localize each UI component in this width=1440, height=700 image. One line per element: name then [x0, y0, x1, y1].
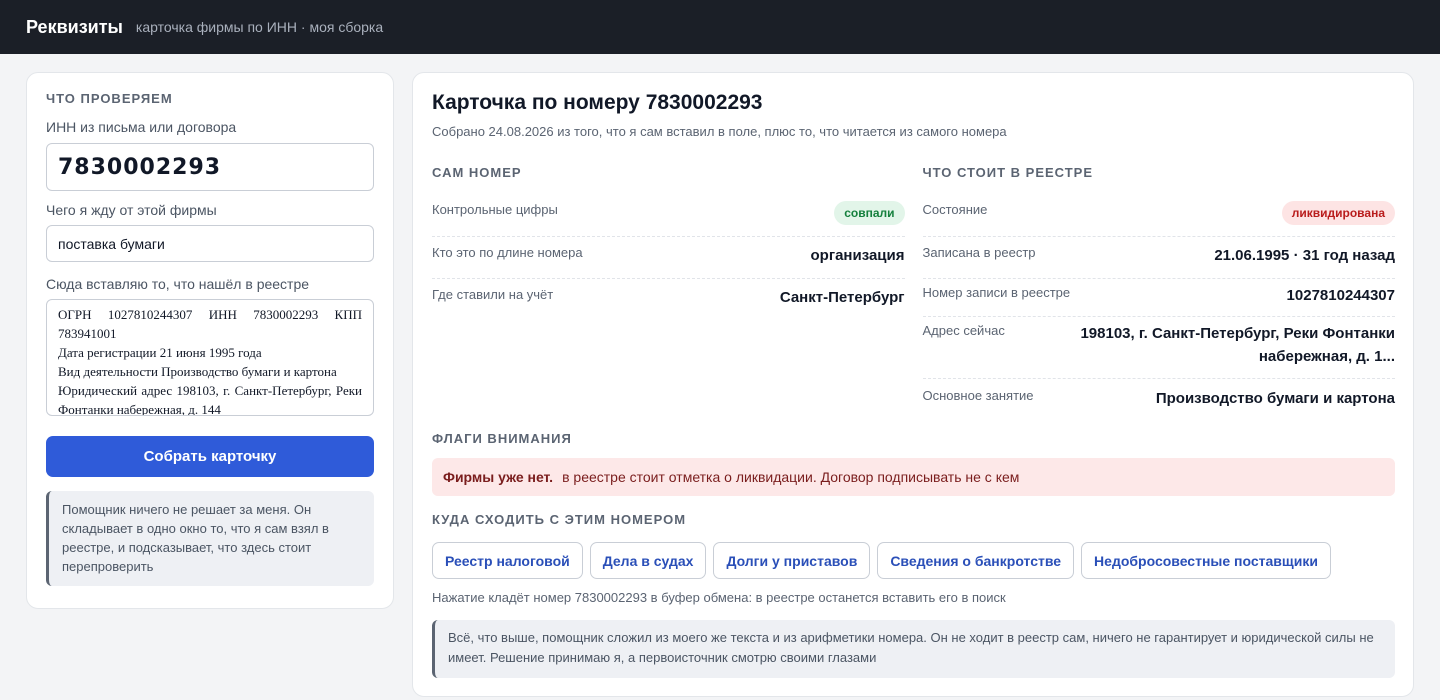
app-subtitle: карточка фирмы по ИНН · моя сборка — [135, 19, 384, 35]
address-row: Адрес сейчас 198103, г. Санкт-Петербург,… — [922, 317, 1395, 379]
inn-input[interactable] — [46, 143, 374, 191]
activity-label: Основное занятие — [922, 388, 1034, 403]
entity-type-value: организация — [810, 247, 905, 264]
registry-links: Реестр налоговой Дела в судах Долги у пр… — [432, 542, 1395, 579]
record-value: 1027810244307 — [1286, 287, 1395, 304]
clipboard-hint: Нажатие кладёт номер 7830002293 в буфер … — [432, 590, 1006, 605]
number-section-title: Сам номер — [432, 165, 522, 180]
registered-row: Записана в реестр 21.06.1995 · 31 год на… — [922, 237, 1395, 279]
expect-label: Чего я жду от этой фирмы — [46, 202, 217, 218]
court-cases-button[interactable]: Дела в судах — [589, 542, 707, 579]
check-digits-row: Контрольные цифры совпали — [432, 201, 905, 237]
activity-value: Производство бумаги и картона — [1155, 390, 1395, 407]
record-row: Номер записи в реестре 1027810244307 — [922, 279, 1395, 317]
app-title: Реквизиты — [26, 16, 123, 37]
result-card: Карточка по номеру 7830002293 Собрано 24… — [412, 72, 1414, 697]
entity-type-label: Кто это по длине номера — [432, 245, 583, 260]
card-title: Карточка по номеру 7830002293 — [432, 91, 763, 114]
card-subtitle: Собрано 24.08.2026 из того, что я сам вс… — [432, 124, 1007, 139]
inn-label: ИНН из письма или договора — [46, 119, 237, 135]
address-label: Адрес сейчас — [922, 323, 1005, 338]
disclaimer-note: Всё, что выше, помощник сложил из моего … — [432, 620, 1395, 678]
address-value: 198103, г. Санкт-Петербург, Реки Фонтанк… — [1080, 325, 1395, 365]
flag-text: в реестре стоит отметка о ликвидации. До… — [562, 469, 1020, 485]
entity-type-row: Кто это по длине номера организация — [432, 237, 905, 279]
region-label: Где ставили на учёт — [432, 287, 554, 302]
tax-registry-button[interactable]: Реестр налоговой — [432, 542, 583, 579]
flag-bold-text: Фирмы уже нет. — [443, 469, 554, 485]
input-section-title: Что проверяем — [46, 91, 173, 106]
helper-note: Помощник ничего не решает за меня. Он ск… — [46, 491, 374, 586]
registry-section-title: Что стоит в реестре — [922, 165, 1094, 180]
registry-paste-textarea[interactable]: ОГРН 1027810244307 ИНН 7830002293 КПП 78… — [46, 299, 374, 416]
region-value: Санкт-Петербург — [779, 289, 905, 306]
state-badge: ликвидирована — [1281, 201, 1395, 225]
state-row: Состояние ликвидирована — [922, 201, 1395, 237]
number-section: Сам номер Контрольные цифры совпали Кто … — [432, 165, 905, 417]
region-row: Где ставили на учёт Санкт-Петербург — [432, 279, 905, 321]
record-label: Номер записи в реестре — [922, 285, 1071, 300]
expect-input[interactable] — [46, 225, 374, 262]
unfair-suppliers-button[interactable]: Недобросовестные поставщики — [1081, 542, 1331, 579]
bankruptcy-button[interactable]: Сведения о банкротстве — [877, 542, 1075, 579]
top-bar: Реквизиты карточка фирмы по ИНН · моя сб… — [0, 0, 1440, 54]
activity-row: Основное занятие Производство бумаги и к… — [923, 379, 1396, 417]
registry-section: Что стоит в реестре Состояние ликвидиров… — [922, 165, 1396, 417]
links-title: Куда сходить с этим номером — [432, 512, 687, 527]
flags-title: Флаги внимания — [432, 431, 572, 446]
build-card-button[interactable]: Собрать карточку — [46, 436, 374, 477]
bailiff-debts-button[interactable]: Долги у приставов — [713, 542, 871, 579]
check-digits-label: Контрольные цифры — [432, 202, 558, 217]
registered-value: 21.06.1995 · 31 год назад — [1214, 247, 1395, 264]
paste-label: Сюда вставляю то, что нашёл в реестре — [46, 276, 310, 292]
check-digits-badge: совпали — [834, 201, 905, 225]
state-label: Состояние — [922, 202, 988, 217]
liquidation-flag: Фирмы уже нет. в реестре стоит отметка о… — [432, 458, 1395, 496]
registered-label: Записана в реестр — [922, 245, 1036, 260]
input-panel: Что проверяем ИНН из письма или договора… — [26, 72, 394, 609]
